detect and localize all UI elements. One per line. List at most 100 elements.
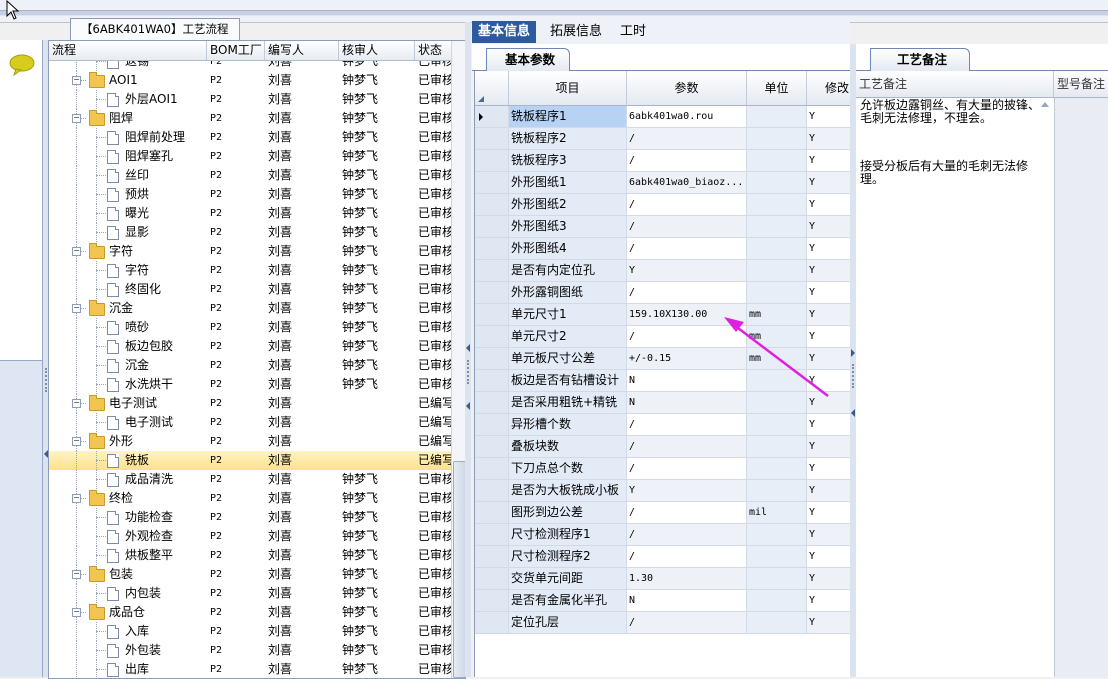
grid-cell-modify[interactable]: Y [807, 458, 851, 480]
col-reviewer[interactable]: 核审人 [339, 41, 415, 60]
grid-row[interactable]: 图形到边公差 / mil Y [475, 502, 851, 524]
grid-cell-param[interactable]: / [627, 216, 747, 238]
collapse-toggle-icon[interactable]: − [72, 608, 81, 617]
grid-cell-unit[interactable] [747, 194, 807, 216]
row-indicator[interactable] [475, 590, 509, 612]
tree-row[interactable]: − 外形 P2 刘喜 已编写 [49, 432, 451, 451]
tab-work-hours[interactable]: 工时 [614, 21, 652, 43]
process-flow-tab[interactable]: 【6ABK401WA0】工艺流程 [70, 18, 240, 40]
tree-row[interactable]: 内包装 P2 刘喜 钟梦飞 已审核 [49, 584, 451, 603]
grid-row[interactable]: 铣板程序2/ Y [475, 128, 851, 150]
grid-cell-param[interactable]: 6abk401wa0_biaoz... [627, 172, 747, 194]
tree-row[interactable]: 功能检查 P2 刘喜 钟梦飞 已审核 [49, 508, 451, 527]
grid-cell-param[interactable]: / [627, 150, 747, 172]
grid-cell-item[interactable]: 铣板程序2 [509, 128, 627, 150]
grid-cell-param[interactable]: 6abk401wa0.rou [627, 106, 747, 128]
grid-cell-item[interactable]: 下刀点总个数 [509, 458, 627, 480]
col-model-remark[interactable]: 型号备注 [1054, 71, 1108, 97]
tree-row[interactable]: − 电子测试 P2 刘喜 已编写 [49, 394, 451, 413]
col-bom-factory[interactable]: BOM工厂 [207, 41, 265, 60]
grid-cell-item[interactable]: 叠板块数 [509, 436, 627, 458]
grid-cell-item[interactable]: 外形露铜图纸 [509, 282, 627, 304]
grid-cell-unit[interactable] [747, 128, 807, 150]
tree-row[interactable]: − 包装 P2 刘喜 钟梦飞 已审核 [49, 565, 451, 584]
collapse-toggle-icon[interactable]: − [72, 76, 81, 85]
grid-cell-param[interactable]: / [627, 414, 747, 436]
col-writer[interactable]: 编写人 [265, 41, 339, 60]
row-indicator[interactable] [475, 216, 509, 238]
grid-cell-modify[interactable]: Y [807, 238, 851, 260]
grid-row[interactable]: 外形图纸4/ Y [475, 238, 851, 260]
grid-cell-unit[interactable] [747, 590, 807, 612]
grid-cell-modify[interactable]: Y [807, 414, 851, 436]
collapse-toggle-icon[interactable]: − [72, 494, 81, 503]
grid-cell-modify[interactable]: Y [807, 172, 851, 194]
tree-row[interactable]: 水洗烘干 P2 刘喜 钟梦飞 已审核 [49, 375, 451, 394]
grid-cell-param[interactable]: / [627, 458, 747, 480]
tree-row[interactable]: 字符 P2 刘喜 钟梦飞 已审核 [49, 261, 451, 280]
grid-row[interactable]: 铣板程序1 6abk401wa0.rou Y [475, 106, 851, 128]
tree-row[interactable]: 电子测试 P2 刘喜 已编写 [49, 413, 451, 432]
grid-cell-unit[interactable] [747, 568, 807, 590]
grid-cell-item[interactable]: 板边是否有钻槽设计 [509, 370, 627, 392]
grid-cell-item[interactable]: 单元尺寸1 [509, 304, 627, 326]
tree-row[interactable]: − 成品仓 P2 刘喜 钟梦飞 已审核 [49, 603, 451, 622]
grid-cell-unit[interactable] [747, 260, 807, 282]
grid-cell-item[interactable]: 是否采用粗铣+精铣 [509, 392, 627, 414]
grid-cell-param[interactable]: / [627, 238, 747, 260]
grid-cell-item[interactable]: 外形图纸2 [509, 194, 627, 216]
grid-cell-param[interactable]: N [627, 590, 747, 612]
grid-cell-modify[interactable]: Y [807, 106, 851, 128]
col-flow[interactable]: 流程 [49, 41, 207, 60]
grid-cell-item[interactable]: 交货单元间距 [509, 568, 627, 590]
chat-bubble-icon[interactable] [8, 54, 36, 76]
col-item[interactable]: 项目 [509, 71, 627, 105]
remark-scroll-up-icon[interactable] [1041, 102, 1049, 107]
grid-cell-param[interactable]: / [627, 194, 747, 216]
grid-cell-unit[interactable] [747, 172, 807, 194]
grid-cell-item[interactable]: 是否有内定位孔 [509, 260, 627, 282]
grid-cell-modify[interactable]: Y [807, 194, 851, 216]
row-indicator[interactable] [475, 150, 509, 172]
grid-cell-item[interactable]: 是否为大板铣成小板 [509, 480, 627, 502]
row-indicator[interactable] [475, 612, 509, 634]
grid-row[interactable]: 尺寸检测程序1/ Y [475, 524, 851, 546]
grid-cell-param[interactable]: 1.30 [627, 568, 747, 590]
tree-row[interactable]: 终固化 P2 刘喜 钟梦飞 已审核 [49, 280, 451, 299]
grid-cell-unit[interactable] [747, 238, 807, 260]
row-indicator[interactable] [475, 260, 509, 282]
grid-row[interactable]: 是否有内定位孔 Y Y [475, 260, 851, 282]
tree-row[interactable]: − 终检 P2 刘喜 钟梦飞 已审核 [49, 489, 451, 508]
grid-cell-item[interactable]: 定位孔层 [509, 612, 627, 634]
grid-row[interactable]: 外形图纸2/ Y [475, 194, 851, 216]
grid-row[interactable]: 尺寸检测程序2/ Y [475, 546, 851, 568]
grid-cell-item[interactable]: 尺寸检测程序1 [509, 524, 627, 546]
grid-cell-modify[interactable]: Y [807, 568, 851, 590]
tab-process-remark[interactable]: 工艺备注 [870, 48, 971, 71]
tree-row[interactable]: 喷砂 P2 刘喜 钟梦飞 已审核 [49, 318, 451, 337]
model-remark-area[interactable] [1054, 98, 1108, 677]
grid-cell-item[interactable]: 异形槽个数 [509, 414, 627, 436]
grid-cell-unit[interactable] [747, 458, 807, 480]
grid-cell-unit[interactable] [747, 414, 807, 436]
tree-row[interactable]: 出库 P2 刘喜 钟梦飞 已审核 [49, 660, 451, 678]
grid-cell-param[interactable]: / [627, 612, 747, 634]
row-indicator[interactable] [475, 238, 509, 260]
row-indicator[interactable] [475, 392, 509, 414]
grid-cell-modify[interactable]: Y [807, 150, 851, 172]
grid-cell-item[interactable]: 铣板程序3 [509, 150, 627, 172]
col-process-remark[interactable]: 工艺备注 [856, 71, 1054, 97]
tree-row[interactable]: 烘板整平 P2 刘喜 钟梦飞 已审核 [49, 546, 451, 565]
grid-cell-modify[interactable]: Y [807, 502, 851, 524]
tree-row[interactable]: 入库 P2 刘喜 钟梦飞 已审核 [49, 622, 451, 641]
row-indicator[interactable] [475, 568, 509, 590]
row-indicator[interactable] [475, 172, 509, 194]
row-indicator[interactable] [475, 194, 509, 216]
grid-cell-unit[interactable]: mil [747, 502, 807, 524]
row-indicator[interactable] [475, 128, 509, 150]
grid-cell-param[interactable]: / [627, 546, 747, 568]
grid-cell-modify[interactable]: Y [807, 524, 851, 546]
grid-row[interactable]: 叠板块数 / Y [475, 436, 851, 458]
grid-row[interactable]: 是否有金属化半孔 N Y [475, 590, 851, 612]
row-indicator[interactable] [475, 436, 509, 458]
